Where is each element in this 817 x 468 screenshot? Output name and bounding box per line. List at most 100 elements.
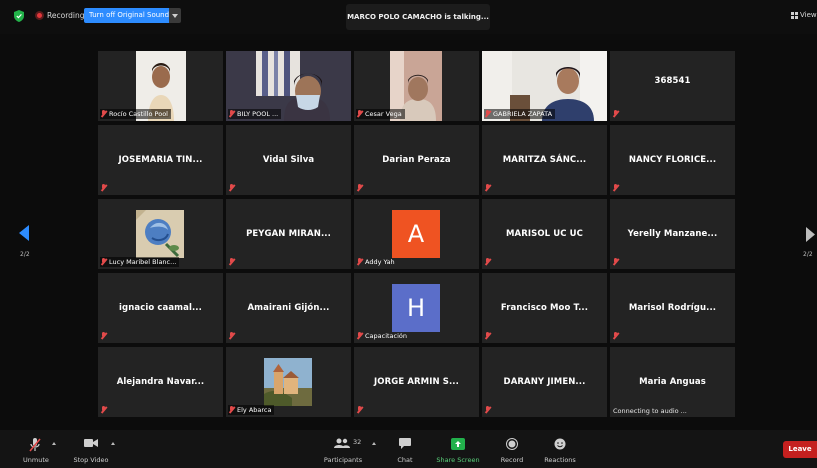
video-options-caret-icon[interactable] (111, 442, 115, 445)
participant-label: GABRIELA ZAPATA (484, 109, 556, 119)
record-button[interactable]: Record (497, 430, 527, 468)
video-tile-francisco[interactable]: Francisco Moo T... (482, 273, 607, 343)
participant-label (612, 331, 619, 341)
reactions-smiley-icon (554, 438, 566, 450)
video-tile-gabriela[interactable]: GABRIELA ZAPATA (482, 51, 607, 121)
view-button[interactable]: View (791, 11, 817, 19)
page-indicator-left: 2/2 (20, 251, 30, 258)
muted-mic-icon (100, 258, 107, 266)
share-screen-label: Share Screen (436, 456, 480, 464)
original-sound-button[interactable]: Turn off Original Sound (84, 8, 175, 23)
share-screen-button[interactable]: Share Screen (435, 430, 481, 468)
muted-mic-icon (612, 184, 619, 192)
muted-mic-icon (228, 110, 235, 118)
participant-label: Rocío Castillo Pool (100, 109, 171, 119)
muted-mic-icon (484, 258, 491, 266)
muted-mic-icon (228, 332, 235, 340)
video-tile-jorge[interactable]: JORGE ARMIN S... (354, 347, 479, 417)
muted-mic-icon (100, 406, 107, 414)
video-tile-lucy[interactable]: Lucy Maribel Blanc... (98, 199, 223, 269)
video-tile-josemaria[interactable]: JOSEMARIA TIN... (98, 125, 223, 195)
video-tile-vidal[interactable]: Vidal Silva (226, 125, 351, 195)
next-page-arrow-icon[interactable] (806, 227, 815, 242)
muted-mic-icon (228, 406, 235, 414)
muted-mic-icon (612, 258, 619, 266)
stop-video-button[interactable]: Stop Video (70, 430, 112, 468)
video-tile-addy[interactable]: A Addy Yah (354, 199, 479, 269)
participant-name: MARISOL UC UC (505, 229, 583, 239)
participant-name: Yerelly Manzane... (627, 229, 718, 239)
video-tile-amairani[interactable]: Amairani Gijón... (226, 273, 351, 343)
participant-name: Vidal Silva (262, 155, 315, 165)
video-tile-rocio[interactable]: Rocío Castillo Pool (98, 51, 223, 121)
video-tile-maria[interactable]: Maria Anguas Connecting to audio ... (610, 347, 735, 417)
video-tile-368541[interactable]: 368541 (610, 51, 735, 121)
video-tile-darian[interactable]: Darian Peraza (354, 125, 479, 195)
participant-name: JOSEMARIA TIN... (118, 155, 203, 165)
participant-label (356, 405, 363, 415)
muted-mic-icon (612, 110, 619, 118)
video-tile-bily[interactable]: BILY POOL ... (226, 51, 351, 121)
video-tile-marisol-rodriguez[interactable]: Marisol Rodrígu... (610, 273, 735, 343)
unmute-label: Unmute (23, 456, 49, 464)
participant-name: 368541 (654, 76, 691, 86)
grid-view-icon (791, 11, 798, 19)
stop-video-label: Stop Video (73, 456, 109, 464)
chat-bubble-icon (399, 438, 411, 449)
muted-mic-icon (484, 110, 491, 118)
audio-status: Connecting to audio ... (613, 407, 687, 415)
view-label: View (800, 11, 817, 19)
muted-mic-icon (612, 332, 619, 340)
video-tile-peygan[interactable]: PEYGAN MIRAN... (226, 199, 351, 269)
recording-icon[interactable] (35, 11, 44, 20)
top-bar: Recording Turn off Original Sound MARCO … (0, 0, 817, 34)
participants-count: 32 (353, 438, 362, 446)
video-tile-ely[interactable]: Ely Abarca (226, 347, 351, 417)
participants-options-caret-icon[interactable] (372, 442, 376, 445)
participants-icon (334, 438, 350, 448)
muted-mic-icon (356, 406, 363, 414)
participant-label (228, 331, 235, 341)
video-tile-alejandra[interactable]: Alejandra Navar... (98, 347, 223, 417)
chat-button[interactable]: Chat (393, 430, 417, 468)
participant-label: BILY POOL ... (228, 109, 282, 119)
participant-label (228, 183, 235, 193)
muted-mic-icon (356, 184, 363, 192)
original-sound-caret-icon[interactable] (169, 8, 181, 23)
muted-mic-icon (484, 332, 491, 340)
unmute-button[interactable]: Unmute (19, 430, 53, 468)
participant-label (612, 183, 619, 193)
shield-icon[interactable] (14, 10, 24, 22)
participant-label (484, 257, 491, 267)
video-tile-darany[interactable]: DARANY JIMEN... (482, 347, 607, 417)
muted-mic-icon (100, 110, 107, 118)
participant-label (100, 331, 107, 341)
video-tile-capacitacion[interactable]: H Capacitación (354, 273, 479, 343)
muted-mic-icon (484, 184, 491, 192)
participants-button[interactable]: 32 Participants (320, 430, 366, 468)
video-tile-nancy[interactable]: NANCY FLORICE... (610, 125, 735, 195)
leave-button[interactable]: Leave (783, 441, 817, 458)
muted-mic-icon (484, 406, 491, 414)
video-tile-marisol-uc[interactable]: MARISOL UC UC (482, 199, 607, 269)
previous-page-arrow-icon[interactable] (19, 225, 29, 241)
chat-label: Chat (397, 456, 413, 464)
share-screen-icon (451, 438, 465, 450)
reactions-label: Reactions (544, 456, 576, 464)
participant-name: Francisco Moo T... (500, 303, 589, 313)
video-tile-cesar[interactable]: Cesar Vega (354, 51, 479, 121)
audio-options-caret-icon[interactable] (52, 442, 56, 445)
recording-label[interactable]: Recording (47, 11, 85, 20)
meeting-toolbar: Unmute Stop Video 32 Participants Chat S (0, 430, 817, 468)
video-tile-yerelly[interactable]: Yerelly Manzane... (610, 199, 735, 269)
participant-name: JORGE ARMIN S... (374, 377, 459, 387)
participant-label (612, 257, 619, 267)
video-tile-ignacio[interactable]: ignacio caamal... (98, 273, 223, 343)
reactions-button[interactable]: Reactions (542, 430, 578, 468)
participant-label (100, 183, 107, 193)
participant-label: Lucy Maribel Blanc... (100, 257, 180, 267)
video-tile-maritza[interactable]: MARITZA SÁNC... (482, 125, 607, 195)
muted-mic-icon (356, 110, 363, 118)
participant-label (484, 183, 491, 193)
participant-name: DARANY JIMEN... (503, 377, 586, 387)
